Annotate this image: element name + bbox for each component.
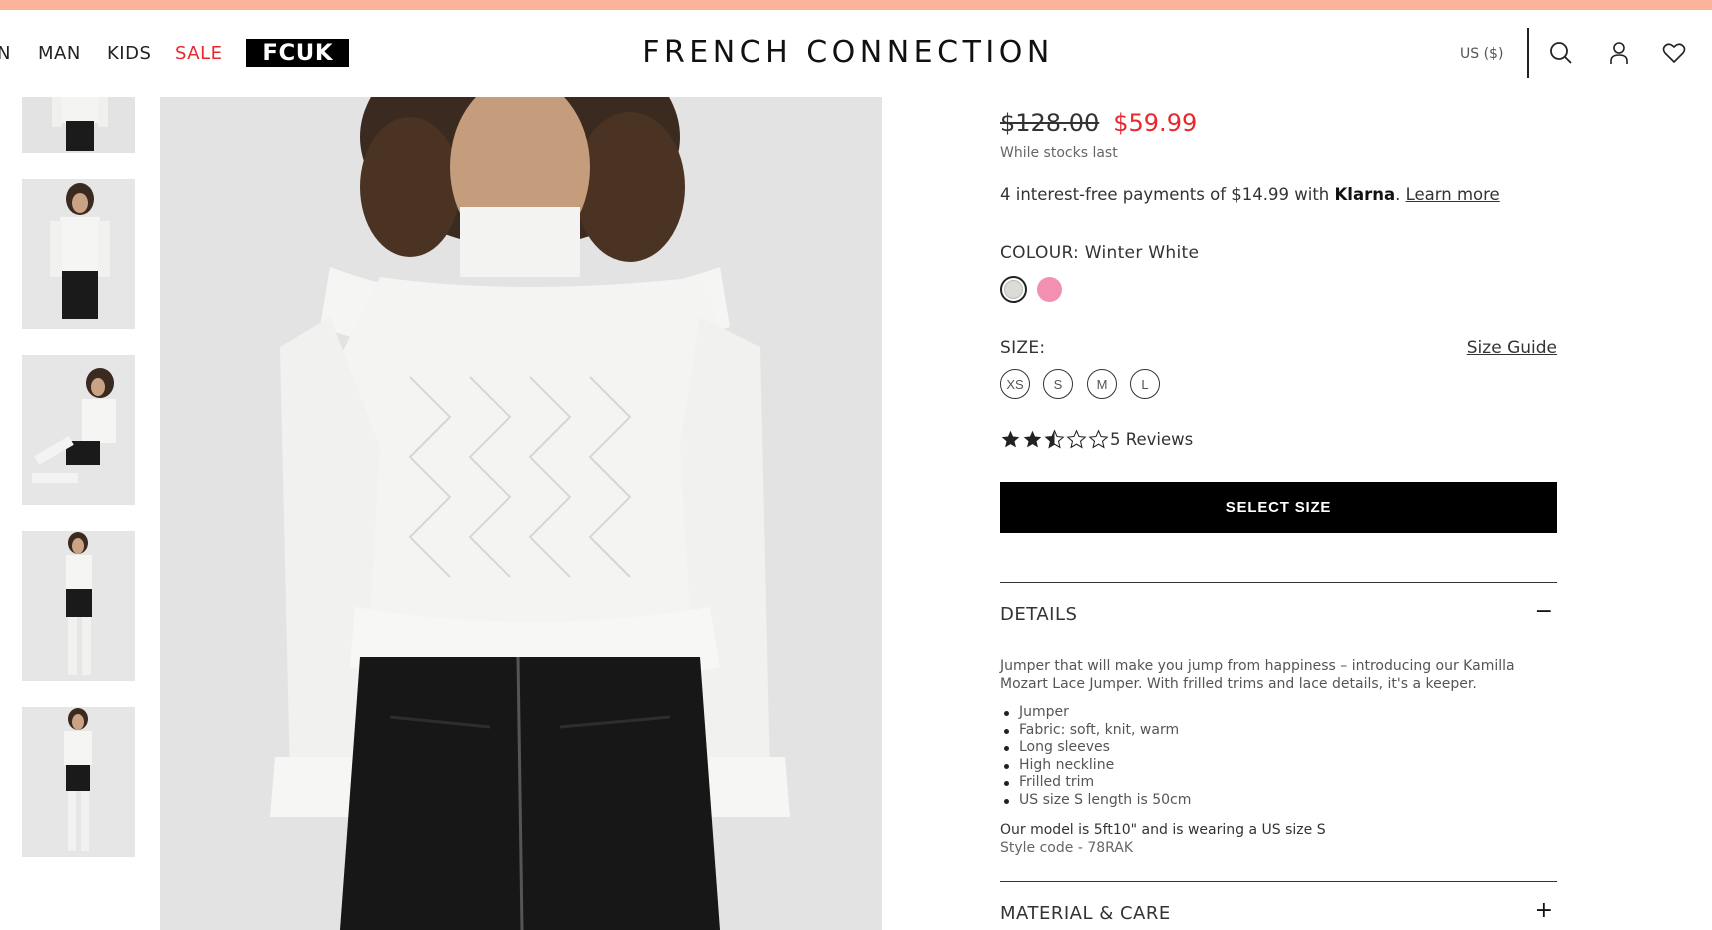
material-care-accordion-title[interactable]: MATERIAL & CARE bbox=[1000, 903, 1171, 924]
klarna-message: 4 interest-free payments of $14.99 with … bbox=[1000, 185, 1500, 204]
reviews-link[interactable]: 5 Reviews bbox=[1110, 430, 1193, 449]
swatch-winter-white-fill bbox=[1004, 280, 1023, 299]
search-icon[interactable] bbox=[1548, 40, 1574, 66]
size-guide-link[interactable]: Size Guide bbox=[1467, 338, 1557, 358]
list-item: US size S length is 50cm bbox=[1000, 792, 1191, 810]
rating: 5 Reviews bbox=[1000, 429, 1193, 450]
main-product-image[interactable] bbox=[160, 97, 882, 930]
nav-item-woman[interactable]: N bbox=[0, 43, 11, 64]
klarna-prefix: 4 interest-free payments of $14.99 with bbox=[1000, 185, 1335, 204]
thumbnail-4[interactable] bbox=[22, 531, 135, 681]
currency-selector[interactable]: US ($) bbox=[1460, 46, 1503, 62]
details-collapse-icon[interactable]: − bbox=[1535, 599, 1553, 624]
wishlist-icon[interactable] bbox=[1661, 40, 1687, 66]
size-option-m[interactable]: M bbox=[1087, 369, 1117, 399]
thumbnail-3[interactable] bbox=[22, 355, 135, 505]
size-label: SIZE: bbox=[1000, 338, 1046, 358]
star-empty-icon bbox=[1088, 429, 1109, 449]
material-care-expand-icon[interactable]: + bbox=[1535, 898, 1553, 923]
nav-item-sale[interactable]: SALE bbox=[175, 43, 222, 64]
price-row: $128.00 $59.99 bbox=[1000, 109, 1197, 137]
site-header: N MAN KIDS SALE FCUK FRENCH CONNECTION U… bbox=[0, 10, 1712, 97]
list-item: High neckline bbox=[1000, 757, 1191, 775]
list-item: Long sleeves bbox=[1000, 739, 1191, 757]
thumbnail-5[interactable] bbox=[22, 707, 135, 857]
product-description: Jumper that will make you jump from happ… bbox=[1000, 658, 1515, 692]
stock-note: While stocks last bbox=[1000, 145, 1118, 161]
size-option-xs[interactable]: XS bbox=[1000, 369, 1030, 399]
list-item: Frilled trim bbox=[1000, 774, 1191, 792]
star-half-icon bbox=[1044, 429, 1065, 449]
original-price: $128.00 bbox=[1000, 109, 1100, 137]
klarna-suffix: . bbox=[1395, 185, 1406, 204]
klarna-learn-more-link[interactable]: Learn more bbox=[1406, 185, 1500, 204]
star-empty-icon bbox=[1066, 429, 1087, 449]
size-option-l[interactable]: L bbox=[1130, 369, 1160, 399]
list-item: Fabric: soft, knit, warm bbox=[1000, 722, 1191, 740]
model-note: Our model is 5ft10" and is wearing a US … bbox=[1000, 822, 1326, 838]
size-option-s[interactable]: S bbox=[1043, 369, 1073, 399]
swatch-pink[interactable] bbox=[1037, 277, 1062, 302]
promo-bar bbox=[0, 0, 1712, 10]
swatch-winter-white[interactable] bbox=[1000, 276, 1027, 303]
brand-logo[interactable]: FRENCH CONNECTION bbox=[596, 35, 1100, 70]
list-item: Jumper bbox=[1000, 704, 1191, 722]
divider bbox=[1000, 881, 1557, 882]
account-icon[interactable] bbox=[1606, 40, 1632, 66]
divider bbox=[1000, 582, 1557, 583]
style-code: Style code - 78RAK bbox=[1000, 840, 1134, 856]
star-full-icon bbox=[1023, 430, 1042, 448]
thumbnail-2[interactable] bbox=[22, 179, 135, 329]
details-list: Jumper Fabric: soft, knit, warm Long sle… bbox=[1000, 704, 1191, 809]
sale-price: $59.99 bbox=[1113, 109, 1198, 137]
thumbnail-1[interactable] bbox=[22, 97, 135, 153]
nav-item-kids[interactable]: KIDS bbox=[107, 43, 151, 64]
header-divider bbox=[1527, 28, 1529, 78]
klarna-brand: Klarna bbox=[1334, 185, 1396, 204]
nav-item-man[interactable]: MAN bbox=[38, 43, 81, 64]
fcuk-logo-link[interactable]: FCUK bbox=[246, 39, 349, 67]
colour-label: COLOUR: Winter White bbox=[1000, 243, 1200, 263]
star-full-icon bbox=[1001, 430, 1020, 448]
fcuk-logo-text: FCUK bbox=[262, 40, 333, 66]
details-accordion-title[interactable]: DETAILS bbox=[1000, 604, 1077, 625]
select-size-button[interactable]: SELECT SIZE bbox=[1000, 482, 1557, 533]
